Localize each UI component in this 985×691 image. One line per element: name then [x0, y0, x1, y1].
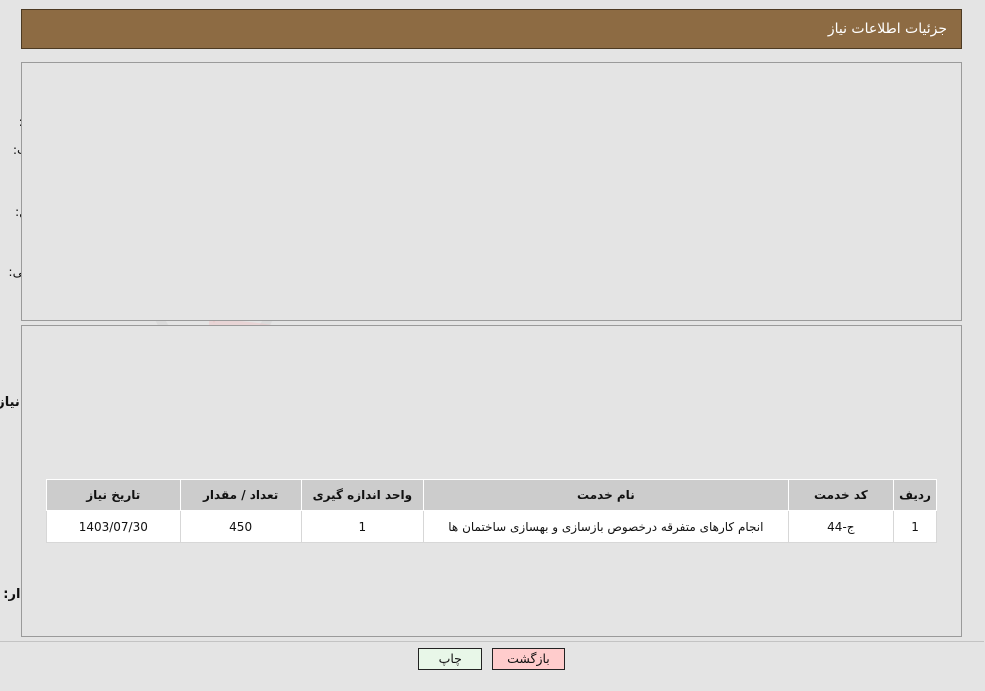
- cell-unit: 1: [301, 510, 426, 543]
- cell-name: انجام کارهای متفرقه درخصوص بازسازی و بهس…: [424, 510, 790, 543]
- services-table: ردیف کد خدمت نام خدمت واحد اندازه گیری ت…: [47, 479, 938, 543]
- need-summary-panel: [22, 62, 963, 321]
- page-title: جزئیات اطلاعات نیاز: [828, 21, 948, 37]
- page-header: جزئیات اطلاعات نیاز: [22, 9, 963, 49]
- cell-qty: 450: [180, 510, 303, 543]
- cell-code: ج-44: [788, 510, 896, 543]
- table-row: 1 ج-44 انجام کارهای متفرقه درخصوص بازساز…: [47, 510, 938, 543]
- footer-divider: [0, 641, 985, 642]
- back-button[interactable]: بازگشت: [493, 648, 566, 670]
- table-header-row: ردیف کد خدمت نام خدمت واحد اندازه گیری ت…: [47, 479, 938, 511]
- column-header-qty: تعداد / مقدار: [180, 479, 303, 511]
- column-header-code: کد خدمت: [788, 479, 896, 511]
- print-button[interactable]: چاپ: [419, 648, 484, 670]
- cell-radif: 1: [894, 510, 938, 543]
- cell-date: 1403/07/30: [47, 510, 182, 543]
- column-header-date: تاریخ نیاز: [47, 479, 182, 511]
- footer-button-row: بازگشت چاپ: [0, 648, 985, 670]
- column-header-unit: واحد اندازه گیری: [301, 479, 426, 511]
- column-header-name: نام خدمت: [424, 479, 790, 511]
- column-header-radif: ردیف: [894, 479, 938, 511]
